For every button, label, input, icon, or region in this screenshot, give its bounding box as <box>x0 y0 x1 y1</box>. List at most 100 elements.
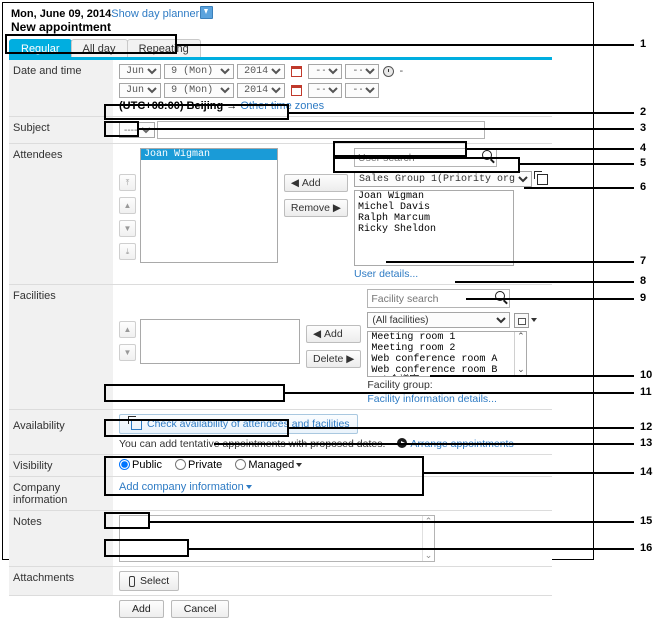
chevron-down-icon[interactable] <box>296 463 302 467</box>
delete-facility-button[interactable]: Delete ▶ <box>306 350 361 368</box>
move-down-icon[interactable]: ▼ <box>119 344 136 361</box>
list-item[interactable]: Joan Wigman <box>355 191 513 202</box>
tab-all-day[interactable]: All day <box>71 39 128 59</box>
subject-preset-select[interactable]: ----- <box>119 122 155 138</box>
row-company-information: Company information Add company informat… <box>9 477 552 511</box>
check-availability-button[interactable]: Check availability of attendees and faci… <box>119 414 358 434</box>
add-facility-button[interactable]: ◀ Add <box>306 325 361 343</box>
radio-private[interactable] <box>175 459 186 470</box>
radio-public[interactable] <box>119 459 130 470</box>
subject-input[interactable] <box>157 121 485 139</box>
visibility-option-private[interactable]: Private <box>175 459 222 471</box>
list-item[interactable]: Meeting room 1 <box>368 332 526 343</box>
start-year-select[interactable]: 2014 <box>237 64 285 79</box>
end-hour-select[interactable]: -- <box>308 83 342 98</box>
label-company-information: Company information <box>9 477 113 511</box>
start-minute-select[interactable]: -- <box>345 64 379 79</box>
facility-information-details-link[interactable]: Facility information details... <box>367 393 537 405</box>
paperclip-icon <box>129 576 135 587</box>
appointment-form: Date and time Jun 9 (Mon) 2014 -- -- - J… <box>9 60 552 622</box>
facility-group-select[interactable]: (All facilities) <box>367 312 510 328</box>
start-day-select[interactable]: 9 (Mon) <box>164 64 234 79</box>
attendee-order-buttons: ⤒ ▲ ▼ ⤓ <box>119 148 140 260</box>
facility-group-icon[interactable] <box>514 313 529 328</box>
row-visibility: Visibility Public Private Managed <box>9 455 552 477</box>
add-company-information-link[interactable]: Add company information <box>119 481 244 493</box>
current-date: Mon, June 09, 2014 <box>11 8 111 20</box>
facilities-candidate-list[interactable]: Meeting room 1 Meeting room 2 Web confer… <box>367 331 527 377</box>
attendees-transfer-buttons: ◀ Add Remove ▶ <box>278 148 354 217</box>
row-footer-actions: Add Cancel <box>9 596 552 622</box>
attendees-candidate-list[interactable]: Joan Wigman Michel Davis Ralph Marcum Ri… <box>354 190 514 266</box>
user-search-input[interactable] <box>354 148 497 167</box>
attendees-selected-list[interactable]: Joan Wigman <box>140 148 278 263</box>
end-day-select[interactable]: 9 (Mon) <box>164 83 234 98</box>
row-attachments: Attachments Select <box>9 567 552 596</box>
end-datetime-row: Jun 9 (Mon) 2014 -- -- <box>119 83 548 98</box>
facility-order-buttons: ▲ ▼ <box>119 319 140 361</box>
footer-buttons: Add Cancel <box>113 596 552 622</box>
visibility-option-public[interactable]: Public <box>119 459 162 471</box>
tab-repeating[interactable]: Repeating <box>127 39 201 59</box>
header-line: Mon, June 09, 2014Show day planner <box>11 6 213 20</box>
list-item[interactable]: Web会議室 <box>368 376 526 377</box>
add-attendee-button[interactable]: ◀ Add <box>284 174 348 192</box>
label-visibility: Visibility <box>9 455 113 477</box>
callout-number-9: 9 <box>640 293 646 304</box>
list-item[interactable]: Meeting room 2 <box>368 343 526 354</box>
show-day-planner-link[interactable]: Show day planner <box>111 8 199 20</box>
calendar-icon[interactable] <box>291 66 302 77</box>
list-item[interactable]: Ralph Marcum <box>355 213 513 224</box>
datetime-separator: - <box>397 65 405 77</box>
visibility-option-managed[interactable]: Managed <box>235 459 302 471</box>
arrange-appointments-link[interactable]: Arrange appointments <box>410 438 513 450</box>
chevron-down-icon[interactable] <box>246 485 252 489</box>
notes-scrollbar[interactable]: ⌃⌄ <box>422 516 434 561</box>
calendar-icon-end[interactable] <box>291 85 302 96</box>
appointment-type-tabs: Regular All day Repeating <box>9 39 200 59</box>
timezone-value: (UTC+08:00) Beijing <box>119 100 223 112</box>
facilities-list-scrollbar[interactable]: ⌃⌄ <box>514 332 526 376</box>
list-item[interactable]: Web conference room A <box>368 354 526 365</box>
end-year-select[interactable]: 2014 <box>237 83 285 98</box>
download-arrow-icon[interactable] <box>200 6 213 19</box>
cancel-button[interactable]: Cancel <box>171 600 230 618</box>
availability-hint: You can add tentative appointments with … <box>119 438 548 450</box>
list-item[interactable]: Web conference room B <box>368 365 526 376</box>
move-down-icon[interactable]: ▼ <box>119 220 136 237</box>
end-month-select[interactable]: Jun <box>119 83 161 98</box>
chevron-down-icon[interactable] <box>531 318 537 322</box>
move-to-bottom-icon[interactable]: ⤓ <box>119 243 136 260</box>
user-group-select[interactable]: Sales Group 1(Priority organization) <box>354 171 532 187</box>
search-icon[interactable] <box>482 150 492 160</box>
move-up-icon[interactable]: ▲ <box>119 197 136 214</box>
user-details-link[interactable]: User details... <box>354 268 548 280</box>
list-item[interactable]: Joan Wigman <box>141 149 277 160</box>
select-attachment-button[interactable]: Select <box>119 571 179 591</box>
search-icon[interactable] <box>495 291 505 301</box>
facilities-picker: ▲ ▼ ◀ Add Delete ▶ <box>113 285 552 410</box>
radio-managed[interactable] <box>235 459 246 470</box>
clock-icon[interactable] <box>383 66 394 77</box>
move-to-top-icon[interactable]: ⤒ <box>119 174 136 191</box>
remove-attendee-button[interactable]: Remove ▶ <box>284 199 348 217</box>
start-hour-select[interactable]: -- <box>308 64 342 79</box>
callout-number-16: 16 <box>640 543 652 554</box>
add-button[interactable]: Add <box>119 600 164 618</box>
notes-textarea[interactable]: ⌃⌄ <box>119 515 435 562</box>
facilities-selected-list[interactable] <box>140 319 300 364</box>
arrange-appointments-icon[interactable] <box>397 438 407 448</box>
list-item[interactable]: Ricky Sheldon <box>355 224 513 235</box>
callout-number-15: 15 <box>640 516 652 527</box>
end-minute-select[interactable]: -- <box>345 83 379 98</box>
tab-regular[interactable]: Regular <box>9 39 72 59</box>
list-item[interactable]: Michel Davis <box>355 202 513 213</box>
label-notes: Notes <box>9 511 113 567</box>
other-time-zones-link[interactable]: Other time zones <box>240 100 324 112</box>
select-all-icon[interactable] <box>537 174 548 185</box>
facility-search-input[interactable] <box>367 289 510 308</box>
move-up-icon[interactable]: ▲ <box>119 321 136 338</box>
callout-number-2: 2 <box>640 107 646 118</box>
start-month-select[interactable]: Jun <box>119 64 161 79</box>
callout-number-6: 6 <box>640 182 646 193</box>
